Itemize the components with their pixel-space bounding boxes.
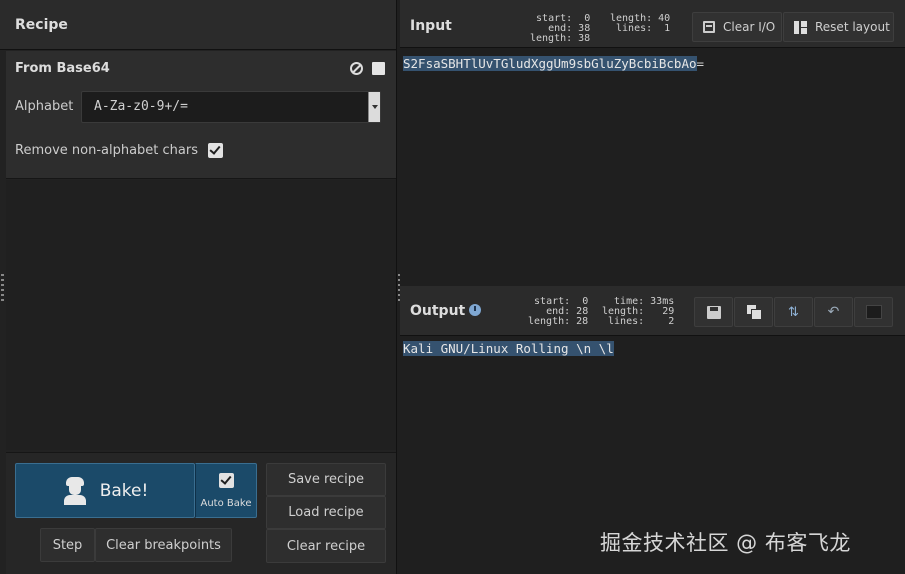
clear-breakpoints-button[interactable]: Clear breakpoints — [95, 528, 232, 562]
input-text: S2FsaSBHTlUvTGludXggUm9sbGluZyBcbiBcbAo= — [403, 56, 704, 71]
undo-button[interactable]: ↶ — [814, 297, 853, 327]
bake-button[interactable]: Bake! — [15, 463, 195, 518]
clear-recipe-button[interactable]: Clear recipe — [266, 529, 386, 563]
recipe-drop-area[interactable] — [6, 180, 396, 450]
step-button[interactable]: Step — [40, 528, 95, 562]
operation-from-base64[interactable]: From Base64 Alphabet A-Za-z0-9+/= Remove… — [6, 51, 396, 179]
output-stats-selection: start: 0 end: 28 length: 28 — [528, 296, 589, 327]
chevron-down-icon[interactable] — [368, 92, 380, 122]
save-output-button[interactable] — [694, 297, 733, 327]
save-recipe-button[interactable]: Save recipe — [266, 463, 386, 496]
reset-layout-button[interactable]: Reset layout — [783, 12, 894, 42]
operation-title: From Base64 — [15, 61, 110, 76]
clear-io-icon — [703, 21, 715, 33]
recipe-header: Recipe — [0, 0, 396, 50]
bake-time-icon[interactable] — [469, 304, 482, 316]
output-selected-text: Kali GNU/Linux Rolling \n \l — [403, 341, 614, 356]
bake-label: Bake! — [99, 480, 149, 501]
input-unselected-text: = — [696, 56, 705, 71]
left-resize-handle[interactable] — [1, 274, 4, 304]
output-title: Output — [410, 303, 466, 319]
auto-bake-label: Auto Bake — [200, 498, 252, 509]
clear-io-label: Clear I/O — [723, 20, 776, 34]
undo-icon: ↶ — [827, 304, 840, 320]
output-header: Output start: 0 end: 28 length: 28 time:… — [400, 286, 905, 336]
output-text: Kali GNU/Linux Rolling \n \l — [403, 341, 614, 356]
alphabet-label: Alphabet — [15, 99, 74, 114]
remove-non-alphabet-option: Remove non-alphabet chars — [15, 143, 223, 158]
alphabet-select[interactable]: A-Za-z0-9+/= — [81, 91, 381, 123]
copy-icon — [746, 305, 762, 320]
operation-controls — [350, 62, 385, 75]
maximise-icon — [865, 305, 882, 319]
input-header: Input start: 0 end: 38 length: 38 length… — [400, 0, 905, 48]
bake-controls: Bake! Auto Bake Step Clear breakpoints S… — [6, 452, 396, 574]
watermark: 掘金技术社区 @ 布客飞龙 — [600, 531, 851, 555]
alphabet-value: A-Za-z0-9+/= — [94, 99, 188, 114]
layout-icon — [794, 20, 807, 34]
input-textarea[interactable]: S2FsaSBHTlUvTGludXggUm9sbGluZyBcbiBcbAo= — [400, 49, 905, 286]
remove-non-alphabet-checkbox[interactable] — [208, 143, 223, 158]
maximise-output-button[interactable] — [854, 297, 893, 327]
reset-layout-label: Reset layout — [815, 20, 890, 34]
load-recipe-button[interactable]: Load recipe — [266, 496, 386, 529]
auto-bake-checkbox[interactable] — [219, 473, 234, 488]
breakpoint-icon[interactable] — [372, 62, 385, 75]
move-output-to-input-button[interactable]: ⇅ — [774, 297, 813, 327]
swap-icon: ⇅ — [788, 304, 799, 320]
input-title: Input — [410, 18, 452, 34]
auto-bake-toggle[interactable]: Auto Bake — [195, 463, 257, 518]
recipe-title: Recipe — [15, 16, 68, 33]
input-stats-selection: start: 0 end: 38 length: 38 — [530, 13, 591, 44]
copy-output-button[interactable] — [734, 297, 773, 327]
input-selected-text: S2FsaSBHTlUvTGludXggUm9sbGluZyBcbiBcbAo — [403, 56, 697, 71]
recipe-panel: Recipe From Base64 Alphabet A-Za-z0-9+/=… — [0, 0, 397, 574]
remove-non-alphabet-label: Remove non-alphabet chars — [15, 143, 198, 158]
save-icon — [706, 305, 721, 319]
output-title-wrap: Output — [410, 303, 482, 319]
chef-icon — [62, 476, 88, 505]
disable-operation-icon[interactable] — [350, 62, 363, 75]
input-stats-length: length: 40 lines: 1 — [610, 13, 671, 34]
output-stats-length: time: 33ms length: 29 lines: 2 — [602, 296, 675, 327]
clear-io-button[interactable]: Clear I/O — [692, 12, 782, 42]
